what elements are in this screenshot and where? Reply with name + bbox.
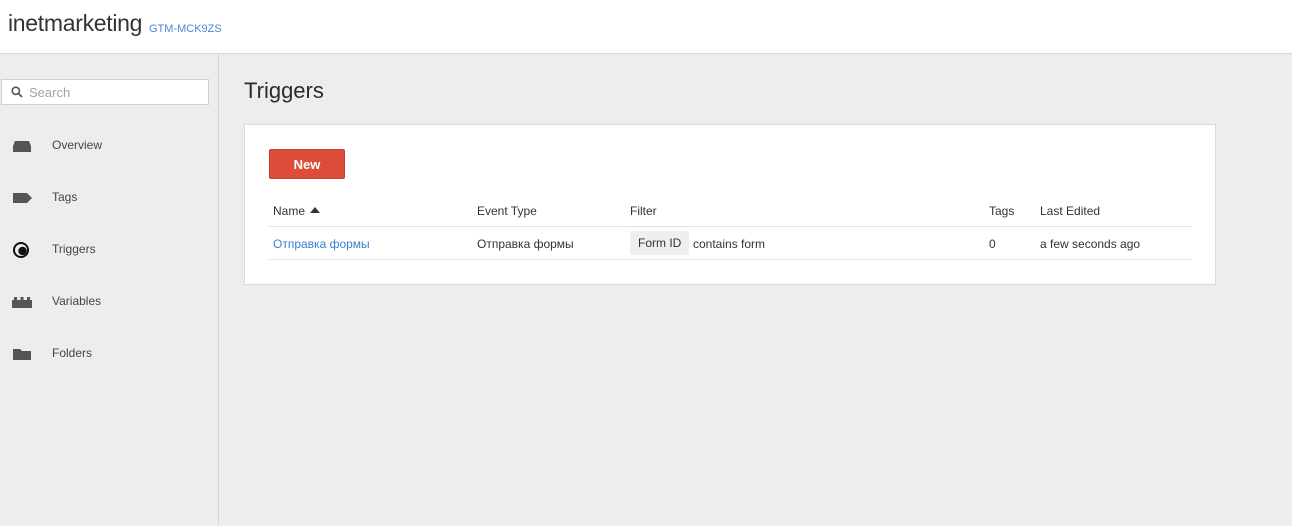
search-input[interactable] [29, 83, 205, 101]
search-box[interactable] [1, 79, 209, 105]
sort-ascending-icon [310, 207, 321, 213]
column-header-tags[interactable]: Tags [989, 204, 1014, 218]
trigger-last-edited: a few seconds ago [1040, 237, 1141, 251]
table-row-divider [269, 259, 1192, 260]
container-id-link[interactable]: GTM-MCK9ZS [149, 23, 222, 35]
trigger-tags-count: 0 [989, 237, 996, 251]
top-bar: inetmarketing GTM-MCK9ZS [0, 0, 1292, 54]
column-header-label: Name [273, 204, 306, 218]
variables-icon [12, 297, 32, 308]
trigger-event-type: Отправка формы [477, 237, 574, 251]
filter-variable-chip: Form ID [630, 231, 690, 255]
sidebar-item-tags[interactable]: Tags [0, 183, 218, 213]
filter-condition: contains form [693, 237, 766, 251]
trigger-icon [13, 242, 29, 258]
search-icon [11, 86, 23, 98]
column-header-event-type[interactable]: Event Type [477, 204, 537, 218]
sidebar-item-triggers[interactable]: Triggers [0, 235, 218, 265]
sidebar: Overview Tags Triggers Variables Folders [0, 54, 219, 526]
account-name[interactable]: inetmarketing [8, 10, 142, 37]
column-header-name[interactable]: Name [273, 204, 321, 218]
overview-icon [13, 141, 31, 152]
new-trigger-button[interactable]: New [269, 149, 345, 179]
column-header-filter[interactable]: Filter [630, 204, 657, 218]
sidebar-item-overview[interactable]: Overview [0, 131, 218, 161]
sidebar-item-label: Tags [52, 190, 78, 204]
page-title: Triggers [244, 78, 324, 103]
table-header-divider [269, 226, 1192, 227]
sidebar-item-label: Triggers [52, 242, 96, 256]
sidebar-item-label: Folders [52, 346, 93, 360]
column-header-last-edited[interactable]: Last Edited [1040, 204, 1100, 218]
triggers-card: New Name Event Type Filter Tags Last Edi… [244, 124, 1216, 285]
folder-icon [13, 349, 31, 360]
sidebar-item-variables[interactable]: Variables [0, 287, 218, 317]
tag-icon [13, 193, 32, 203]
sidebar-item-folders[interactable]: Folders [0, 339, 218, 369]
sidebar-item-label: Overview [52, 138, 103, 152]
sidebar-item-label: Variables [52, 294, 102, 308]
trigger-name-link[interactable]: Отправка формы [273, 237, 370, 251]
